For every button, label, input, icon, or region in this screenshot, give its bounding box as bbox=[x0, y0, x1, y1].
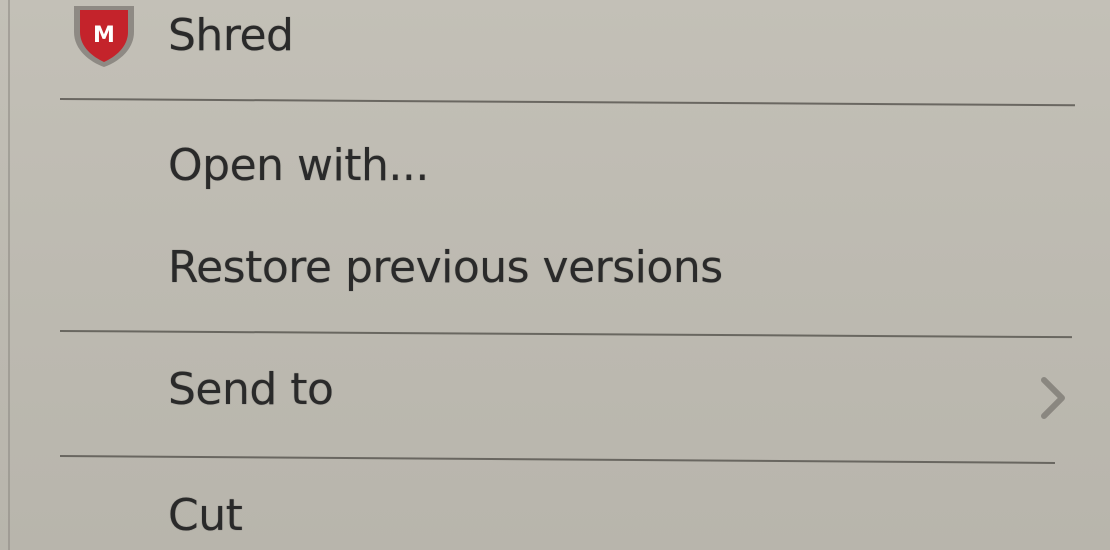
context-menu: M Shred Open with... Restore previous ve… bbox=[0, 0, 1110, 550]
menu-separator bbox=[59, 98, 1075, 107]
menu-item-open-with[interactable]: Open with... bbox=[12, 130, 1102, 220]
svg-text:M: M bbox=[93, 23, 115, 48]
mcafee-shield-icon: M bbox=[74, 6, 134, 67]
menu-item-label: Restore previous versions bbox=[168, 242, 723, 293]
menu-separator bbox=[59, 455, 1055, 464]
menu-item-label: Shred bbox=[168, 10, 294, 61]
menu-item-shred[interactable]: M Shred bbox=[12, 0, 1102, 90]
menu-item-label: Send to bbox=[168, 364, 334, 415]
menu-item-label: Open with... bbox=[168, 140, 429, 191]
menu-left-border bbox=[8, 0, 10, 550]
chevron-right-icon bbox=[1041, 377, 1065, 419]
menu-item-restore-previous-versions[interactable]: Restore previous versions bbox=[12, 232, 1102, 322]
menu-item-cut[interactable]: Cut bbox=[12, 482, 1102, 550]
menu-separator bbox=[59, 330, 1072, 339]
menu-item-label: Cut bbox=[168, 490, 243, 541]
menu-item-send-to[interactable]: Send to bbox=[12, 356, 1102, 446]
